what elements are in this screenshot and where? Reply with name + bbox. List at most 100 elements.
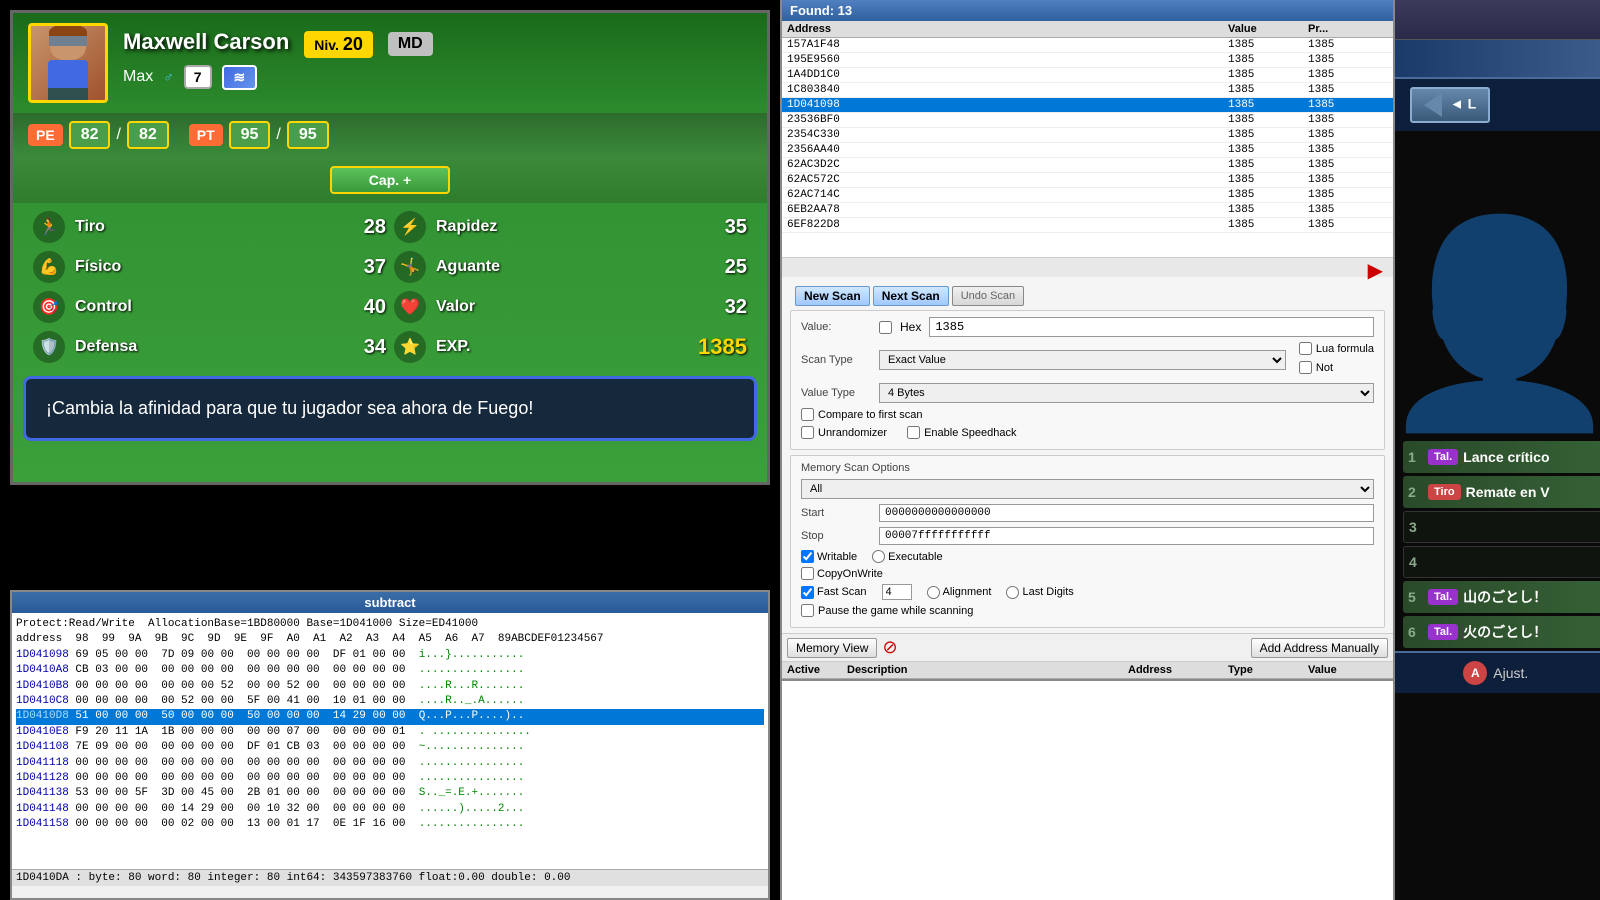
scan-type-select[interactable]: Exact Value Bigger than... Smaller than.… xyxy=(879,350,1286,370)
st-skill-4[interactable]: 4 xyxy=(1403,546,1600,578)
next-scan-button[interactable]: Next Scan xyxy=(873,286,949,306)
hex-line-8: 1D041128 00 00 00 00 00 00 00 00 00 00 0… xyxy=(16,771,764,786)
st-skill-2[interactable]: 2 Tiro Remate en V ⚡ 49 xyxy=(1403,476,1600,508)
skill-valor: ❤️ Valor 32 xyxy=(394,291,747,323)
hex-addr-info: address 98 99 9A 9B 9C 9D 9E 9F A0 A1 A2… xyxy=(16,632,764,647)
hex-line-9: 1D041138 53 00 00 5F 3D 00 45 00 2B 01 0… xyxy=(16,786,764,801)
game-btn-ajust[interactable]: A Ajust. xyxy=(1463,661,1528,685)
scan-type-label: Scan Type xyxy=(801,354,871,366)
addr-list-header: Address Value Pr... xyxy=(782,21,1393,38)
hex-body[interactable]: Protect:Read/Write AllocationBase=1BD800… xyxy=(12,613,768,869)
control-icon: 🎯 xyxy=(33,291,65,323)
executable-radio[interactable] xyxy=(872,550,885,563)
pause-game-checkbox[interactable] xyxy=(801,604,814,617)
value-input[interactable] xyxy=(929,317,1374,337)
unrandomizer-checkbox[interactable] xyxy=(801,426,814,439)
addr-row-4-selected[interactable]: 1D04109813851385 xyxy=(782,98,1393,113)
player-avatar xyxy=(28,23,108,103)
skill-rapidez: ⚡ Rapidez 35 xyxy=(394,211,747,243)
pt-group: PT 95 / 95 xyxy=(189,121,329,149)
addr-row-7[interactable]: 2356AA4013851385 xyxy=(782,143,1393,158)
memory-view-button[interactable]: Memory View xyxy=(787,638,877,658)
pt-current: 95 xyxy=(229,121,271,149)
hex-line-4-selected: 1D0410D8 51 00 00 00 50 00 00 00 50 00 0… xyxy=(16,709,764,724)
value-label: Value: xyxy=(801,321,871,333)
addr-row-8[interactable]: 62AC3D2C13851385 xyxy=(782,158,1393,173)
lastdigits-radio[interactable] xyxy=(1006,586,1019,599)
address-list[interactable]: 157A1F4813851385 195E956013851385 1A4DD1… xyxy=(782,38,1393,257)
skill-defensa: 🛡️ Defensa 34 xyxy=(33,331,386,363)
addr-table-header: Active Description Address Type Value xyxy=(782,662,1393,679)
st-skill-5[interactable]: 5 Tal. 山のごとし！ xyxy=(1403,581,1600,613)
level-badge: Niv. 20 xyxy=(304,31,373,58)
skill-5-badge: Tal. xyxy=(1428,589,1458,605)
copyonwrite-checkbox[interactable] xyxy=(801,567,814,580)
st-nav-left-button[interactable]: ◄ L xyxy=(1410,87,1490,123)
addr-table-panel xyxy=(782,679,1393,900)
new-scan-button[interactable]: New Scan xyxy=(795,286,870,306)
dialog-text: ¡Cambia la afinidad para que tu jugador … xyxy=(46,394,734,423)
gender-icon: ♂ xyxy=(163,69,174,85)
fastscan-value[interactable] xyxy=(882,584,912,600)
addr-row-1[interactable]: 195E956013851385 xyxy=(782,53,1393,68)
addr-row-2[interactable]: 1A4DD1C013851385 xyxy=(782,68,1393,83)
stats-bar: PE 82 / 82 PT 95 / 95 xyxy=(13,113,767,157)
stop-addr-input[interactable] xyxy=(879,527,1374,545)
start-addr-input[interactable] xyxy=(879,504,1374,522)
pe-label: PE xyxy=(28,124,63,146)
game-screen: Maxwell Carson Niv. 20 MD Max ♂ 7 ≋ xyxy=(10,10,770,485)
addr-row-5[interactable]: 23536BF013851385 xyxy=(782,113,1393,128)
undo-scan-button[interactable]: Undo Scan xyxy=(952,286,1024,306)
st-skill-1[interactable]: 1 Tal. Lance crítico xyxy=(1403,441,1600,473)
writable-checkbox[interactable] xyxy=(801,550,814,563)
lua-formula-checkbox[interactable] xyxy=(1299,342,1312,355)
hex-panel: subtract Protect:Read/Write AllocationBa… xyxy=(10,590,770,900)
tiro-icon: 🏃 xyxy=(33,211,65,243)
hex-line-0: 1D041098 69 05 00 00 7D 09 00 00 00 00 0… xyxy=(16,648,764,663)
speedhack-checkbox[interactable] xyxy=(907,426,920,439)
skill-2-name: Remate en V xyxy=(1466,484,1600,500)
skill-6-badge: Tal. xyxy=(1428,624,1458,640)
memory-scan-section: Memory Scan Options All Custom Start Sto… xyxy=(790,455,1385,628)
addr-row-11[interactable]: 6EB2AA7813851385 xyxy=(782,203,1393,218)
stop-icon[interactable]: ⊘ xyxy=(882,637,897,658)
st-skill-6[interactable]: 6 Tal. 火のごとし！ xyxy=(1403,616,1600,648)
st-skill-3[interactable]: 3 xyxy=(1403,511,1600,543)
rapidez-icon: ⚡ xyxy=(394,211,426,243)
hex-line-10: 1D041148 00 00 00 00 00 14 29 00 00 10 3… xyxy=(16,802,764,817)
addr-row-6[interactable]: 2354C33013851385 xyxy=(782,128,1393,143)
compare-first-checkbox[interactable] xyxy=(801,408,814,421)
value-type-label: Value Type xyxy=(801,387,871,399)
aguante-icon: 🤸 xyxy=(394,251,426,283)
a-button-icon: A xyxy=(1463,661,1487,685)
hex-checkbox[interactable] xyxy=(879,321,892,334)
memory-scan-select[interactable]: All Custom xyxy=(801,479,1374,499)
addr-row-10[interactable]: 62AC714C13851385 xyxy=(782,188,1393,203)
supertecnicas-game-panel: ⚙ Settings Supertécnicas ◄ L Max R ► 👤 xyxy=(1395,0,1600,900)
exp-icon: ⭐ xyxy=(394,331,426,363)
valor-icon: ❤️ xyxy=(394,291,426,323)
pe-max: 82 xyxy=(127,121,169,149)
player-nickname: Max ♂ 7 ≋ xyxy=(123,65,752,90)
fastscan-checkbox[interactable] xyxy=(801,586,814,599)
cap-button[interactable]: Cap. + xyxy=(330,166,450,194)
value-type-select[interactable]: 4 Bytes 2 Bytes 1 Byte Float Double xyxy=(879,383,1374,403)
dialog-box: ¡Cambia la afinidad para que tu jugador … xyxy=(23,376,757,441)
not-checkbox[interactable] xyxy=(1299,361,1312,374)
game-header: Maxwell Carson Niv. 20 MD Max ♂ 7 ≋ xyxy=(13,13,767,113)
skill-aguante: 🤸 Aguante 25 xyxy=(394,251,747,283)
alignment-radio[interactable] xyxy=(927,586,940,599)
cheat-engine-panel: Found: 13 Address Value Pr... 157A1F4813… xyxy=(780,0,1395,900)
add-manually-button[interactable]: Add Address Manually xyxy=(1251,638,1388,658)
pt-max: 95 xyxy=(287,121,329,149)
addr-row-3[interactable]: 1C80384013851385 xyxy=(782,83,1393,98)
st-character-area: 👤 xyxy=(1395,131,1600,441)
skill-tiro: 🏃 Tiro 28 xyxy=(33,211,386,243)
skill-1-badge: Tal. xyxy=(1428,449,1458,465)
addr-row-12[interactable]: 6EF822D813851385 xyxy=(782,218,1393,233)
skill-exp: ⭐ EXP. 1385 xyxy=(394,331,747,363)
addr-row-0[interactable]: 157A1F4813851385 xyxy=(782,38,1393,53)
addr-row-9[interactable]: 62AC572C13851385 xyxy=(782,173,1393,188)
skill-1-name: Lance crítico xyxy=(1463,449,1600,465)
defensa-icon: 🛡️ xyxy=(33,331,65,363)
